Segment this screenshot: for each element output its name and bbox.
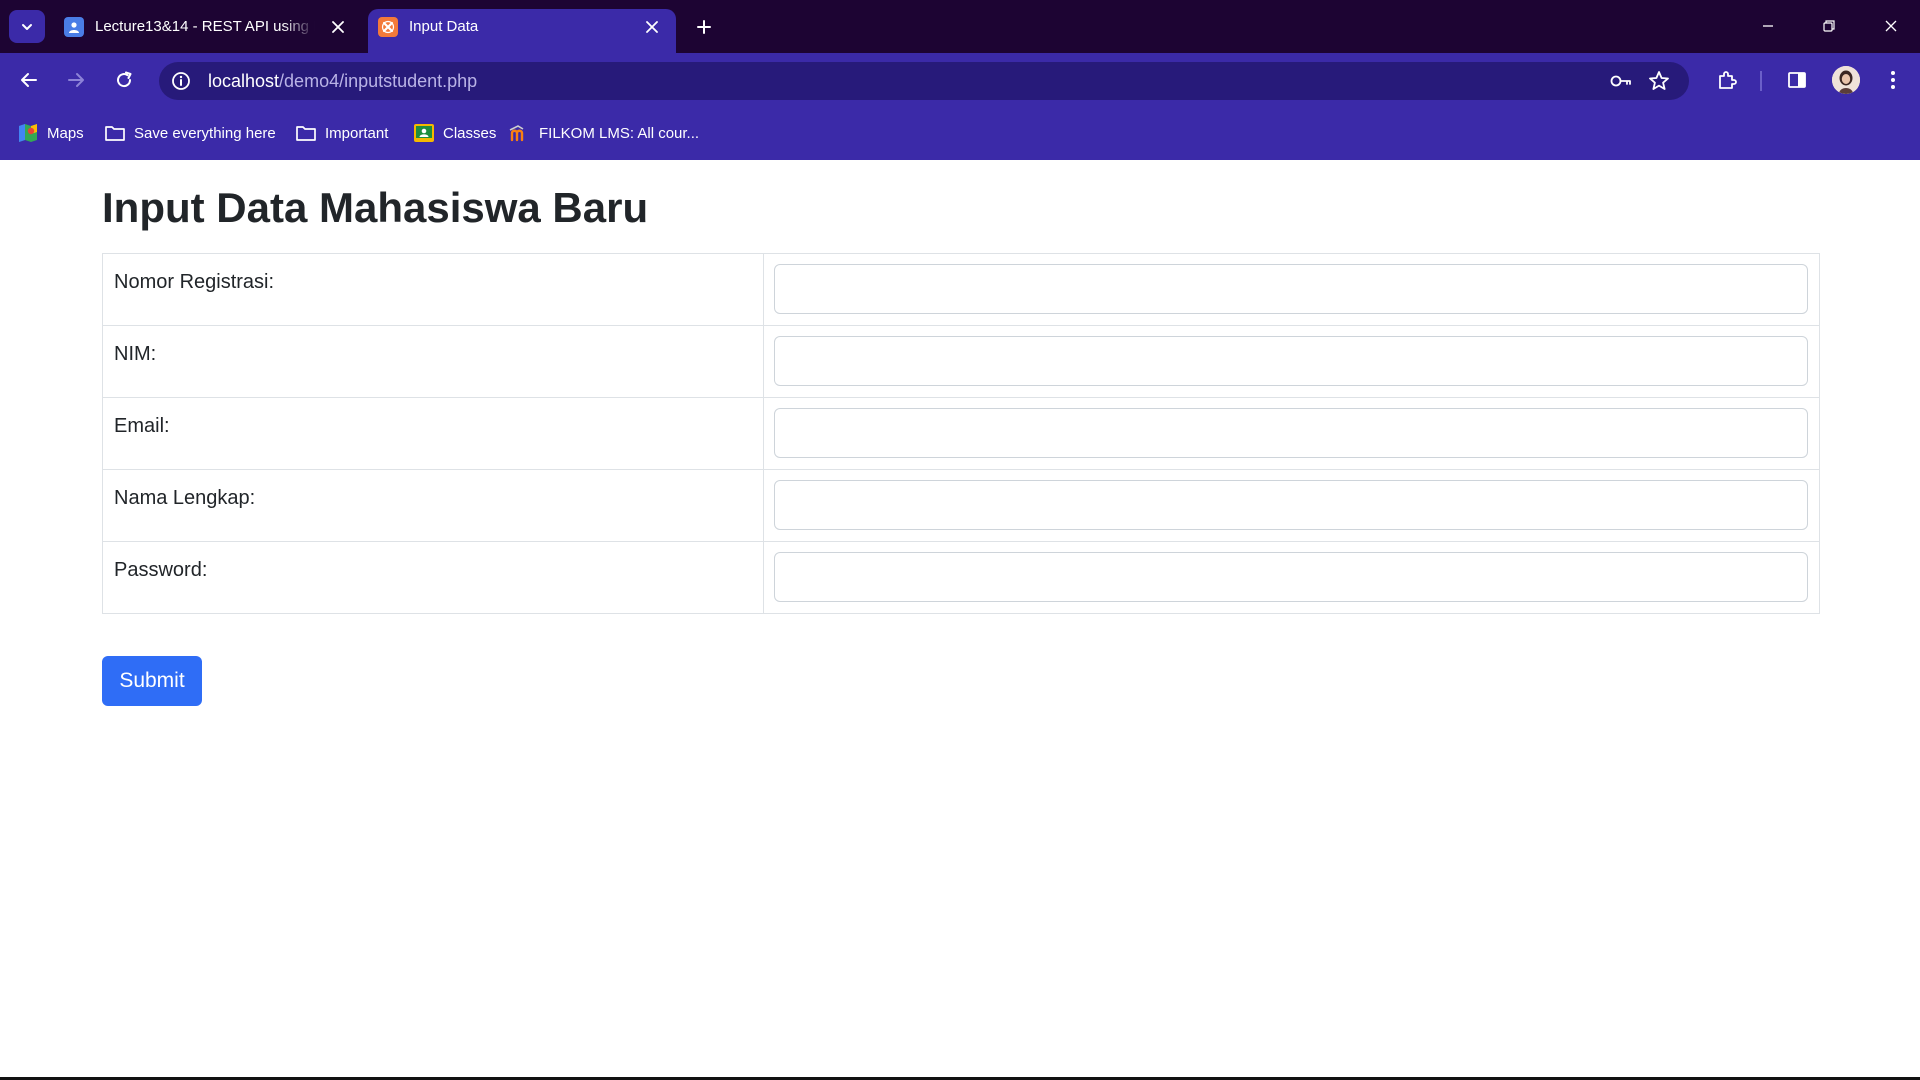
browser-menu-button[interactable] (1876, 63, 1910, 97)
form-row-nim: NIM: (102, 325, 1820, 398)
bookmark-label: Classes (443, 124, 497, 142)
bookmark-label: Important (325, 124, 389, 142)
input-cell (763, 469, 1820, 542)
label-cell: Nama Lengkap: (102, 469, 764, 542)
profile-button[interactable] (1829, 63, 1863, 97)
puzzle-icon (1719, 71, 1737, 89)
form-row-nama-lengkap: Nama Lengkap: (102, 469, 1820, 542)
label-cell: Password: (102, 541, 764, 614)
forward-button[interactable] (59, 63, 93, 97)
reload-icon (117, 71, 132, 88)
classroom-icon (64, 17, 84, 37)
window-close-button[interactable] (1868, 8, 1914, 44)
close-icon (1885, 20, 1897, 32)
nama-lengkap-label: Nama Lengkap: (114, 487, 256, 509)
bookmark-maps[interactable]: Maps (17, 121, 84, 145)
tab-lecture[interactable]: Lecture13&14 - REST API using Fra (54, 9, 362, 53)
nama-lengkap-input[interactable] (774, 480, 1808, 530)
new-tab-button[interactable] (690, 13, 718, 41)
close-icon[interactable] (640, 15, 664, 39)
moodle-icon (509, 123, 531, 143)
nim-input[interactable] (774, 336, 1808, 386)
input-cell (763, 253, 1820, 326)
url-path: /demo4/inputstudent.php (279, 71, 478, 91)
email-label: Email: (114, 415, 170, 437)
nomor-registrasi-label: Nomor Registrasi: (114, 271, 275, 293)
bookmark-star-icon[interactable] (1645, 67, 1673, 95)
tab-title: Lecture13&14 - REST API using Fra (95, 18, 315, 35)
browser-toolbar: localhost/demo4/inputstudent.php (0, 53, 1920, 107)
kebab-menu-icon (1891, 71, 1895, 89)
password-input[interactable] (774, 552, 1808, 602)
avatar (1832, 66, 1860, 94)
nim-label: NIM: (114, 343, 157, 365)
toolbar-divider (1760, 71, 1762, 91)
bookmarks-bar: Maps Save everything here Important Clas… (0, 107, 1920, 160)
email-input[interactable] (774, 408, 1808, 458)
bookmark-label: FILKOM LMS: All cour... (539, 124, 700, 142)
student-form-table: Nomor Registrasi: NIM: Email: Nama Lengk… (102, 253, 1820, 614)
minimize-button[interactable] (1745, 8, 1791, 44)
bookmark-folder-save-everything[interactable]: Save everything here (104, 121, 276, 145)
form-row-password: Password: (102, 541, 1820, 614)
page-content: Input Data Mahasiswa Baru Nomor Registra… (0, 160, 1920, 1077)
arrow-left-icon (21, 73, 37, 87)
label-cell: Nomor Registrasi: (102, 253, 764, 326)
bookmark-label: Save everything here (134, 124, 276, 142)
input-cell (763, 541, 1820, 614)
url-text[interactable]: localhost/demo4/inputstudent.php (208, 71, 477, 91)
chevron-down-icon (22, 23, 32, 30)
page-title: Input Data Mahasiswa Baru (102, 184, 649, 231)
label-cell: Email: (102, 397, 764, 470)
minimize-icon (1763, 25, 1773, 27)
arrow-right-icon (68, 73, 84, 87)
form-row-email: Email: (102, 397, 1820, 470)
label-cell: NIM: (102, 325, 764, 398)
side-panel-button[interactable] (1780, 63, 1814, 97)
close-icon[interactable] (326, 15, 350, 39)
site-info-icon[interactable] (167, 67, 195, 95)
input-cell (763, 325, 1820, 398)
tab-title: Input Data (409, 18, 479, 35)
bookmark-folder-important[interactable]: Important (295, 121, 388, 145)
back-button[interactable] (12, 63, 46, 97)
xampp-icon (378, 17, 398, 37)
side-panel-icon (1788, 72, 1806, 88)
reload-button[interactable] (107, 63, 141, 97)
folder-icon (104, 123, 126, 143)
password-label: Password: (114, 559, 208, 581)
classroom-icon (413, 123, 435, 143)
tab-strip: Lecture13&14 - REST API using Fra Input … (0, 0, 1920, 53)
address-bar[interactable]: localhost/demo4/inputstudent.php (159, 62, 1689, 100)
maps-icon (17, 123, 39, 143)
tab-search-button[interactable] (9, 10, 45, 43)
password-key-icon[interactable] (1607, 67, 1635, 95)
nomor-registrasi-input[interactable] (774, 264, 1808, 314)
submit-button[interactable]: Submit (102, 656, 202, 706)
input-cell (763, 397, 1820, 470)
extensions-button[interactable] (1710, 63, 1744, 97)
bookmark-label: Maps (47, 124, 84, 142)
folder-icon (295, 123, 317, 143)
bookmark-filkom-lms[interactable]: FILKOM LMS: All cour... (509, 121, 699, 145)
bookmark-classes[interactable]: Classes (413, 121, 496, 145)
url-host: localhost (208, 71, 280, 91)
tab-input-data[interactable]: Input Data (368, 9, 676, 53)
restore-button[interactable] (1806, 8, 1852, 44)
plus-icon (697, 20, 711, 34)
restore-icon (1823, 20, 1835, 32)
form-row-nomor-registrasi: Nomor Registrasi: (102, 253, 1820, 326)
